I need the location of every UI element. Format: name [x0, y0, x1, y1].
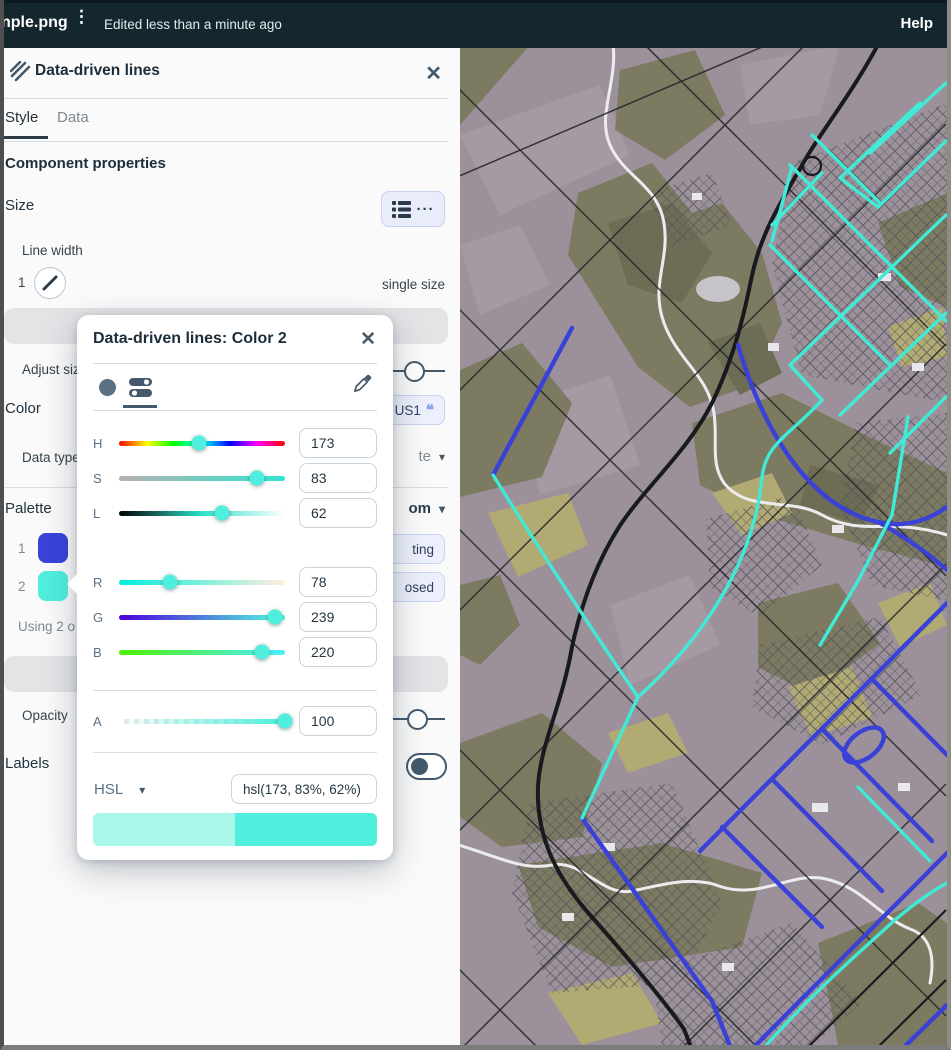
- file-title[interactable]: nple.png: [1, 14, 68, 32]
- pencil-icon[interactable]: [34, 267, 66, 299]
- blue-input[interactable]: [299, 637, 377, 667]
- eyedropper-icon[interactable]: [352, 373, 373, 394]
- section-heading: Component properties: [5, 155, 166, 172]
- size-mode-value: single size: [382, 277, 445, 292]
- adjust-size-label: Adjust siz: [22, 362, 80, 377]
- panel-title: Data-driven lines: [35, 62, 160, 80]
- red-knob[interactable]: [162, 575, 177, 590]
- alpha-input[interactable]: [299, 706, 377, 736]
- active-tab-underline: [4, 136, 48, 139]
- attribute-name: US1: [395, 403, 421, 418]
- green-input[interactable]: [299, 602, 377, 632]
- palette-label: Palette: [5, 500, 52, 517]
- layer-type-lines-icon: [10, 61, 32, 83]
- slider-label: S: [93, 471, 110, 486]
- toggle-knob: [411, 758, 428, 775]
- active-mode-underline: [123, 405, 157, 408]
- line-width-label: Line width: [22, 243, 83, 258]
- slider-label: R: [93, 575, 110, 590]
- hue-knob[interactable]: [191, 436, 206, 451]
- format-value: HSL: [94, 781, 123, 798]
- map-pond: [696, 276, 740, 302]
- green-track[interactable]: [119, 615, 285, 620]
- slider-label: G: [93, 610, 110, 625]
- size-style-button[interactable]: ···: [381, 191, 445, 227]
- data-type-value: te: [418, 448, 431, 465]
- adjust-size-slider-knob[interactable]: [404, 361, 425, 382]
- red-input[interactable]: [299, 567, 377, 597]
- lightness-input[interactable]: [299, 498, 377, 528]
- palette-swatch-2[interactable]: [38, 571, 68, 601]
- lightness-slider-row: L: [93, 498, 377, 528]
- chevron-down-icon: ▾: [439, 450, 445, 464]
- saturation-knob[interactable]: [249, 471, 264, 486]
- lightness-knob[interactable]: [214, 506, 229, 521]
- palette-dropdown[interactable]: om ▾: [408, 500, 445, 517]
- hue-slider-row: H: [93, 428, 377, 458]
- blue-slider-row: B: [93, 637, 377, 667]
- data-type-dropdown[interactable]: te ▾: [418, 448, 445, 465]
- alpha-track[interactable]: [119, 719, 285, 724]
- palette-value-2: osed: [405, 580, 434, 595]
- color-format-dropdown[interactable]: HSL ▾: [94, 781, 145, 798]
- alpha-knob[interactable]: [278, 714, 293, 729]
- hue-input[interactable]: [299, 428, 377, 458]
- top-bar: nple.png ⋮ Edited less than a minute ago…: [0, 0, 951, 48]
- palette-swatch-1[interactable]: [38, 533, 68, 563]
- palette-dropdown-value: om: [408, 500, 431, 517]
- green-slider-row: G: [93, 602, 377, 632]
- size-label: Size: [5, 197, 34, 214]
- stacked-rows-icon: [392, 201, 411, 218]
- more-options-icon: ···: [417, 201, 435, 218]
- line-width-value: 1: [18, 275, 26, 290]
- help-button[interactable]: Help: [900, 15, 933, 32]
- palette-value-1: ting: [412, 542, 434, 557]
- labels-toggle[interactable]: [406, 753, 447, 780]
- css-color-input[interactable]: [231, 774, 377, 804]
- map-canvas[interactable]: [460, 45, 947, 1045]
- slider-label: L: [93, 506, 110, 521]
- dialog-close-icon[interactable]: ✕: [360, 328, 376, 351]
- palette-row-index: 2: [18, 579, 26, 594]
- app-window: nple.png ⋮ Edited less than a minute ago…: [0, 0, 951, 1050]
- color-picker-dialog: Data-driven lines: Color 2 ✕ H S: [77, 315, 393, 860]
- opacity-slider-knob[interactable]: [407, 709, 428, 730]
- color-preview-swatch: [93, 813, 377, 846]
- color-label: Color: [5, 400, 41, 417]
- solid-color-mode-icon[interactable]: [99, 379, 116, 396]
- edited-status: Edited less than a minute ago: [104, 17, 282, 32]
- red-track[interactable]: [119, 580, 285, 585]
- green-knob[interactable]: [267, 610, 282, 625]
- tab-style[interactable]: Style: [5, 109, 38, 126]
- quote-icon: ❝: [426, 401, 434, 419]
- slider-label: A: [93, 714, 110, 729]
- panel-close-icon[interactable]: ✕: [425, 61, 442, 86]
- current-color-swatch[interactable]: [235, 813, 377, 846]
- chevron-down-icon: ▾: [439, 502, 445, 516]
- alpha-slider-row: A: [93, 706, 377, 736]
- slider-label: B: [93, 645, 110, 660]
- kebab-menu-icon[interactable]: ⋮: [73, 12, 90, 21]
- labels-label: Labels: [5, 755, 49, 772]
- saturation-input[interactable]: [299, 463, 377, 493]
- palette-usage-note: Using 2 o: [18, 619, 75, 634]
- red-slider-row: R: [93, 567, 377, 597]
- slider-label: H: [93, 436, 110, 451]
- tab-data[interactable]: Data: [57, 109, 89, 126]
- chevron-down-icon: ▾: [139, 783, 145, 797]
- blue-knob[interactable]: [255, 645, 270, 660]
- data-type-label: Data type: [22, 450, 80, 465]
- palette-row-index: 1: [18, 541, 26, 556]
- opacity-label: Opacity: [22, 708, 68, 723]
- lightness-track[interactable]: [119, 511, 285, 516]
- previous-color-swatch[interactable]: [93, 813, 235, 846]
- sliders-mode-icon[interactable]: [129, 377, 153, 398]
- dialog-title: Data-driven lines: Color 2: [93, 330, 287, 348]
- saturation-slider-row: S: [93, 463, 377, 493]
